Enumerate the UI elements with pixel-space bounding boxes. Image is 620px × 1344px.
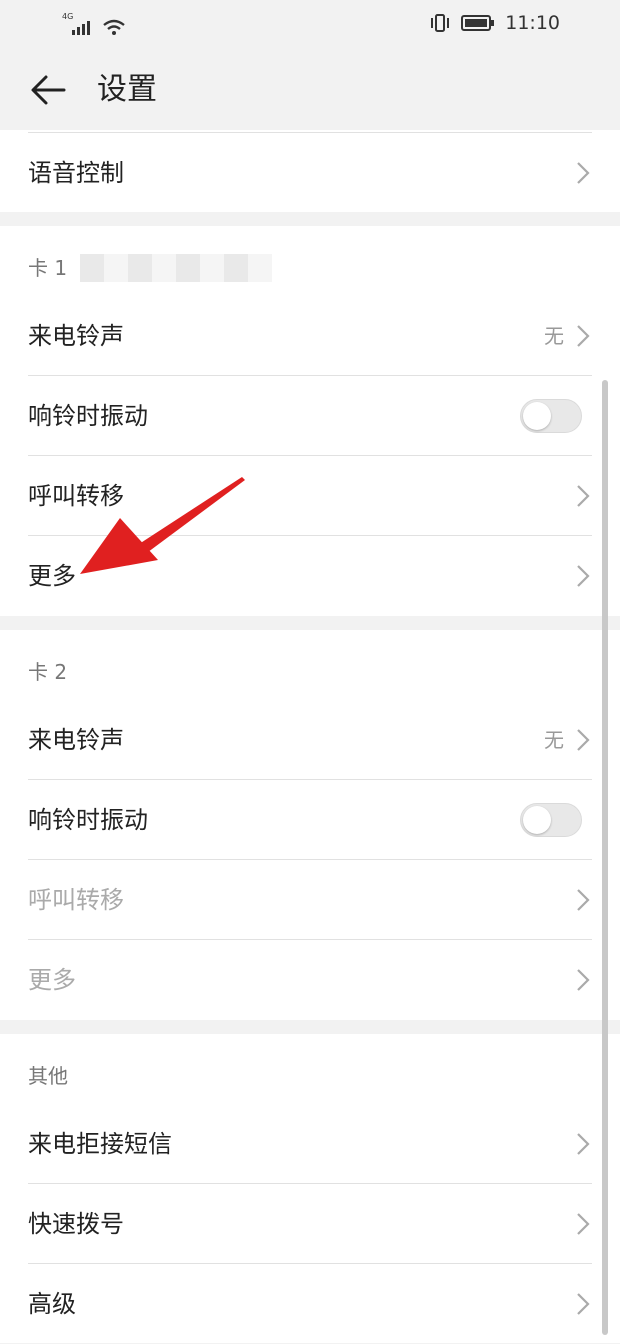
row-label: 更多	[28, 562, 76, 590]
toggle-knob	[523, 402, 551, 430]
row-sim2-ringtone[interactable]: 来电铃声 无	[0, 700, 620, 780]
chevron-right-icon	[577, 162, 590, 184]
section-title-other: 其他	[28, 1064, 68, 1088]
chevron-right-icon	[577, 1213, 590, 1235]
app-bar: 设置	[0, 48, 620, 130]
row-voice-control[interactable]: 语音控制	[0, 133, 620, 213]
row-label: 来电铃声	[28, 726, 124, 754]
wifi-icon	[103, 19, 125, 35]
card-voice: 语音控制	[0, 130, 620, 212]
row-sim2-more[interactable]: 更多	[0, 940, 620, 1020]
redacted-phone-number	[80, 254, 272, 282]
page-title: 设置	[97, 72, 157, 107]
row-label: 快速拨号	[28, 1210, 124, 1238]
section-title-sim1: 卡 1	[28, 256, 68, 280]
row-speed-dial[interactable]: 快速拨号	[0, 1184, 620, 1264]
vibrate-toggle[interactable]	[520, 803, 582, 837]
section-title-sim2: 卡 2	[28, 660, 68, 684]
battery-icon	[461, 15, 495, 31]
row-value: 无	[544, 324, 564, 348]
card-sim2: 卡 2 来电铃声 无 响铃时振动 呼叫转移 更多	[0, 630, 620, 1020]
signal-icon	[72, 21, 90, 35]
chevron-right-icon	[577, 485, 590, 507]
row-label: 更多	[28, 966, 76, 994]
clock: 11:10	[505, 12, 560, 34]
vibrate-toggle[interactable]	[520, 399, 582, 433]
row-sim1-vibrate: 响铃时振动	[0, 376, 620, 456]
status-bar: 4G 11:10	[0, 0, 620, 48]
row-label: 响铃时振动	[28, 402, 148, 430]
row-label: 来电拒接短信	[28, 1130, 172, 1158]
chevron-right-icon	[577, 889, 590, 911]
row-sim2-vibrate: 响铃时振动	[0, 780, 620, 860]
scrollbar[interactable]	[602, 380, 608, 1335]
row-label: 高级	[28, 1290, 76, 1318]
row-reject-sms[interactable]: 来电拒接短信	[0, 1104, 620, 1184]
row-advanced[interactable]: 高级	[0, 1264, 620, 1344]
status-right: 11:10	[429, 12, 560, 34]
network-type: 4G	[62, 12, 74, 21]
row-sim2-call-forwarding[interactable]: 呼叫转移	[0, 860, 620, 940]
toggle-knob	[523, 806, 551, 834]
chevron-right-icon	[577, 565, 590, 587]
card-sim1: 卡 1 来电铃声 无 响铃时振动 呼叫转移 更多	[0, 226, 620, 616]
chevron-right-icon	[577, 325, 590, 347]
chevron-right-icon	[577, 729, 590, 751]
vibrate-icon	[431, 14, 450, 32]
row-sim1-ringtone[interactable]: 来电铃声 无	[0, 296, 620, 376]
row-label: 语音控制	[28, 159, 124, 187]
row-label: 来电铃声	[28, 322, 124, 350]
row-label: 响铃时振动	[28, 806, 148, 834]
card-other: 其他 来电拒接短信 快速拨号 高级	[0, 1034, 620, 1343]
chevron-right-icon	[577, 1293, 590, 1315]
row-value: 无	[544, 728, 564, 752]
status-left: 4G	[62, 12, 126, 36]
back-arrow-icon[interactable]	[28, 70, 68, 110]
row-label: 呼叫转移	[28, 886, 124, 914]
row-label: 呼叫转移	[28, 482, 124, 510]
chevron-right-icon	[577, 1133, 590, 1155]
row-sim1-more[interactable]: 更多	[0, 536, 620, 616]
row-sim1-call-forwarding[interactable]: 呼叫转移	[0, 456, 620, 536]
chevron-right-icon	[577, 969, 590, 991]
